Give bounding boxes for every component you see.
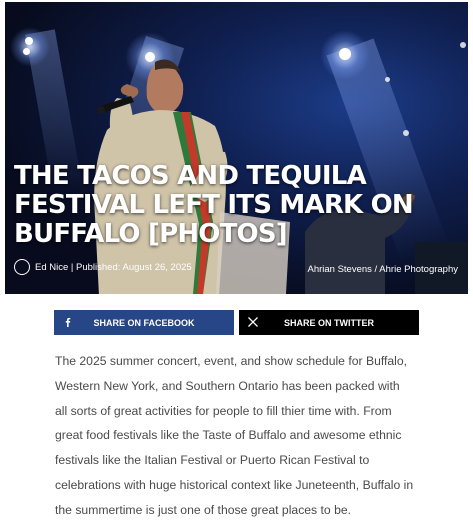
share-twitter-label: SHARE ON TWITTER: [284, 317, 374, 328]
article-headline: THE TACOS AND TEQUILA FESTIVAL LEFT ITS …: [14, 161, 414, 249]
photo-credit: Ahrian Stevens / Ahrie Photography: [307, 264, 458, 275]
x-icon: [248, 317, 258, 327]
share-facebook-label: SHARE ON FACEBOOK: [93, 317, 195, 328]
article-paragraph: The 2025 summer concert, event, and show…: [55, 354, 414, 517]
hero-image: THE TACOS AND TEQUILA FESTIVAL LEFT ITS …: [5, 2, 468, 294]
user-circle-icon: [14, 259, 30, 275]
byline: Ed Nice | Published: August 26, 2025: [14, 259, 192, 275]
share-buttons: SHARE ON FACEBOOK SHARE ON TWITTER: [54, 310, 419, 335]
share-facebook-button[interactable]: SHARE ON FACEBOOK: [54, 310, 234, 335]
author-and-date[interactable]: Ed Nice | Published: August 26, 2025: [35, 262, 192, 273]
performer-silhouette: [94, 59, 468, 294]
share-twitter-button[interactable]: SHARE ON TWITTER: [239, 310, 419, 335]
facebook-icon: [65, 317, 71, 327]
